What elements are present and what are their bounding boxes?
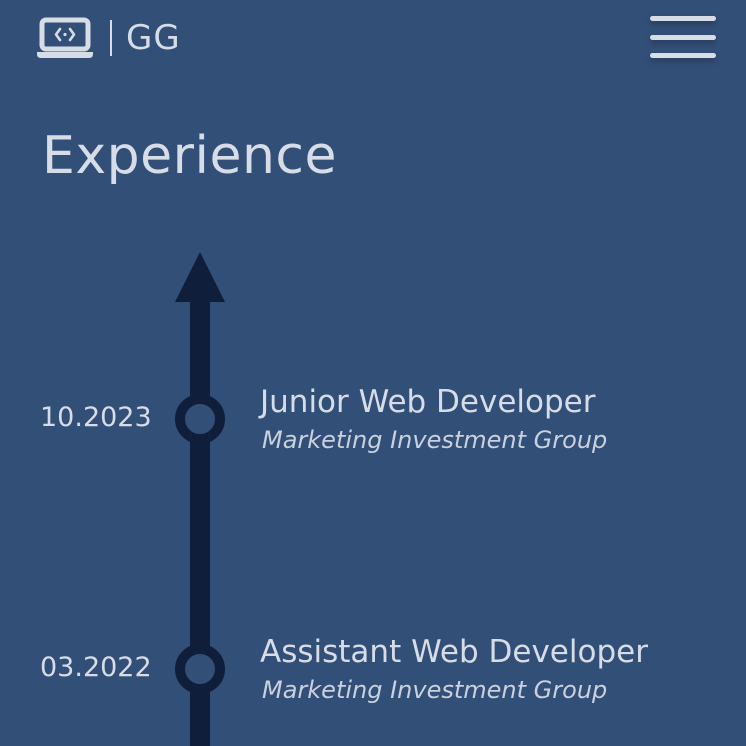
menu-bar-top <box>650 16 716 21</box>
entry-date: 10.2023 <box>40 402 152 433</box>
menu-bar-bottom <box>650 53 716 58</box>
brand-initials: GG <box>126 18 181 58</box>
page-title: Experience <box>42 126 337 186</box>
entry-role: Junior Web Developer <box>260 384 596 420</box>
menu-bar-middle <box>650 34 716 40</box>
entry-company: Marketing Investment Group <box>262 676 608 704</box>
page: GG Experience 10.2023 Junior Web Develop… <box>0 0 746 746</box>
experience-timeline: 10.2023 Junior Web Developer Marketing I… <box>0 250 746 746</box>
timeline-entry: 03.2022 Assistant Web Developer Marketin… <box>0 628 746 708</box>
hamburger-menu-icon[interactable] <box>650 16 716 58</box>
entry-company: Marketing Investment Group <box>262 426 608 454</box>
laptop-code-icon <box>37 17 93 58</box>
arrow-up-icon <box>175 252 225 302</box>
site-header: GG <box>0 0 746 80</box>
brand-divider <box>110 20 112 56</box>
timeline-node <box>175 394 225 444</box>
entry-role: Assistant Web Developer <box>260 634 648 670</box>
timeline-entry: 10.2023 Junior Web Developer Marketing I… <box>0 378 746 458</box>
brand-logo[interactable]: GG <box>36 16 181 60</box>
timeline-node <box>175 644 225 694</box>
entry-date: 03.2022 <box>40 652 152 683</box>
